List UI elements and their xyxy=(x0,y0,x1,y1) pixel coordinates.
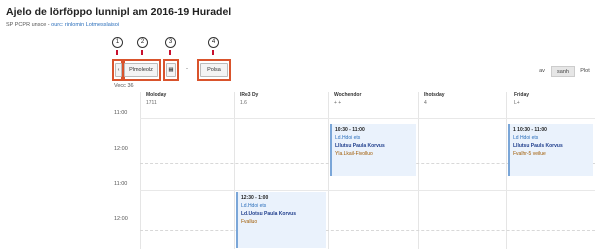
callout-pin-1 xyxy=(116,50,118,55)
day-name: Friday xyxy=(514,92,530,98)
day-header-wednesday: Wochendor + + xyxy=(334,92,361,106)
callout-pin-4 xyxy=(212,50,214,55)
event-tuesday[interactable]: 12:30 - 1:00 Ld.Hdoi ets Ld.Uotsu Paula … xyxy=(236,192,326,248)
event-room: Fvalhr-5 veilue xyxy=(513,151,546,157)
day-name: IRe3 Dy xyxy=(240,92,259,98)
event-subject: Ld.Hdoi ets xyxy=(241,203,267,209)
event-time: 10:30 - 11:00 xyxy=(335,127,365,133)
today-button[interactable]: Plmoleolz xyxy=(124,63,158,77)
day-header-monday: Moloday 1711 xyxy=(146,92,166,106)
event-time: 12:30 - 1:00 xyxy=(241,195,269,201)
event-room: Yla.Lkail-Fivolluo xyxy=(335,151,373,157)
callout-pin-2 xyxy=(141,50,143,55)
event-room: Fvalluo xyxy=(241,219,258,225)
event-teacher: Lllutsu Pauls Korvus xyxy=(513,143,563,149)
day-header-friday: Friday L+ xyxy=(514,92,529,106)
event-subject: Ld Hdoi ets xyxy=(513,135,539,141)
filter-button[interactable]: Polsa xyxy=(200,63,228,77)
day-name: Ihotsday xyxy=(424,92,445,98)
grid-row-line xyxy=(140,118,595,119)
page-title: Ajelo de lörföppo lunnipl am 2016-19 Hur… xyxy=(6,6,232,18)
time-label: 11:00 xyxy=(114,181,128,187)
callout-pin-3 xyxy=(169,50,171,55)
grid-column-line xyxy=(328,92,329,249)
day-date: 4 xyxy=(424,100,427,106)
event-friday[interactable]: 1 10:30 - 11:00 Ld Hdoi ets Lllutsu Paul… xyxy=(508,124,593,176)
day-date: L+ xyxy=(514,100,520,106)
day-date: 1711 xyxy=(146,100,157,106)
subtitle-prefix: SP PCPR unsce xyxy=(6,22,47,28)
day-name: Wochendor xyxy=(334,92,362,98)
page-subtitle: SP PCPR unsce - ourc: rinlomin Lotmessla… xyxy=(6,22,119,28)
grid-column-line xyxy=(506,92,507,249)
event-wednesday[interactable]: 10:30 - 11:00 Ld.Hdoi ets Lllutsu Paula … xyxy=(330,124,416,176)
grid-row-line-dashed xyxy=(140,230,595,231)
view-day-button[interactable]: av xyxy=(535,66,549,77)
calendar-button[interactable]: ▦ xyxy=(166,63,176,77)
callout-3: 3 xyxy=(165,37,176,48)
callout-2: 2 xyxy=(137,37,148,48)
event-subject: Ld.Hdoi ets xyxy=(335,135,361,141)
day-date: + + xyxy=(334,100,342,106)
grid-column-line xyxy=(234,92,235,249)
day-header-thursday: Ihotsday 4 xyxy=(424,92,445,106)
time-label: 12:00 xyxy=(114,216,128,222)
callout-4: 4 xyxy=(208,37,219,48)
grid-row-line xyxy=(140,190,595,191)
subtitle-link[interactable]: ourc: rinlomin Lotmesslaisoi xyxy=(51,22,119,28)
week-label: Vecc 36 xyxy=(114,83,134,89)
day-name: Moloday xyxy=(146,92,167,98)
view-week-button[interactable]: sanh xyxy=(551,66,575,77)
prev-button[interactable]: ‹ xyxy=(115,63,122,77)
callout-1: 1 xyxy=(112,37,123,48)
day-header-tuesday: IRe3 Dy 1.6 xyxy=(240,92,258,106)
time-label: 11:00 xyxy=(114,110,128,116)
event-teacher: Ld.Uotsu Paula Korvus xyxy=(241,211,297,217)
grid-column-line xyxy=(418,92,419,249)
toolbar-separator: - xyxy=(186,66,188,72)
view-month-button[interactable]: Plot xyxy=(577,66,593,77)
time-label: 12:00 xyxy=(114,146,128,152)
event-teacher: Lllutsu Paula Korvus xyxy=(335,143,385,149)
event-time: 1 10:30 - 11:00 xyxy=(513,127,547,133)
grid-column-line xyxy=(140,92,141,249)
calendar-icon: ▦ xyxy=(168,67,174,73)
day-date: 1.6 xyxy=(240,100,247,106)
